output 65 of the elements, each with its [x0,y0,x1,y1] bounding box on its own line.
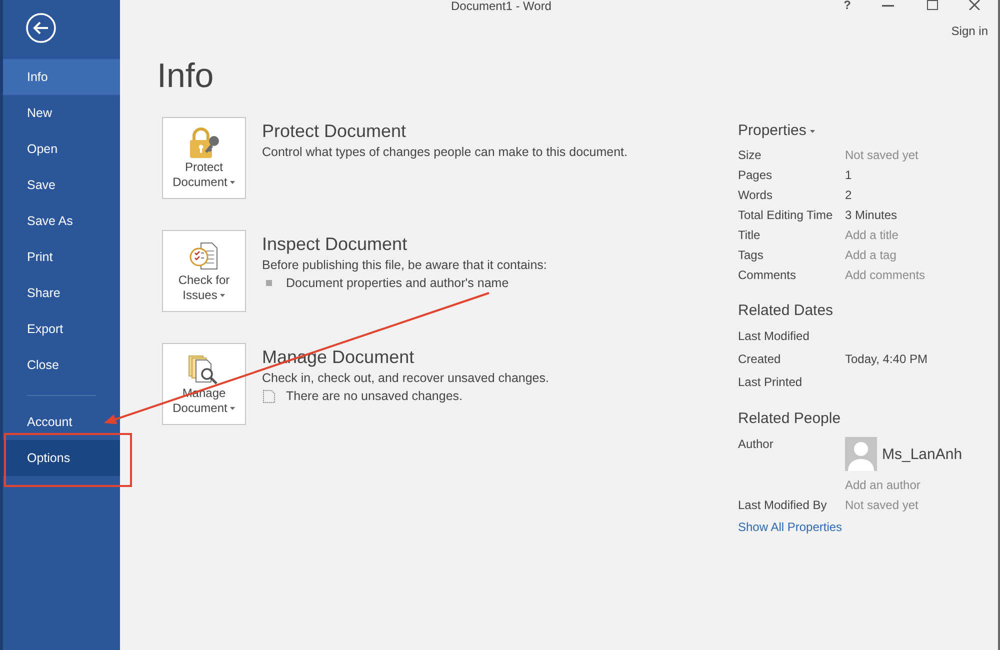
section-heading: Related People [738,410,841,428]
section-title: Inspect Document [262,233,408,256]
document-icon [263,390,275,402]
section-title: Protect Document [262,120,408,143]
caret-icon [810,130,816,133]
property-label: Last Printed [738,374,804,391]
show-all-properties-link[interactable]: Show All Properties [738,519,842,535]
property-value: Not saved yet [845,497,920,514]
property-label: Last Modified By [738,497,828,514]
minimize-icon[interactable] [882,5,894,7]
person-icon [845,437,877,471]
sidebar-item[interactable]: Print [3,239,120,275]
checklist-icon [189,241,219,271]
property-label: Author [738,437,774,451]
maximize-icon[interactable] [927,0,938,10]
page-heading: Info [157,56,215,96]
property-field[interactable]: Add a title [845,225,985,245]
property-label: Last Modified [738,328,810,345]
caret-icon [230,407,236,410]
property-label: Size [738,147,762,164]
author-field[interactable]: Add an author [845,475,985,495]
property-value: 3 Minutes [845,207,898,224]
help-button[interactable]: ? [844,0,851,10]
sidebar-item[interactable]: Close [3,347,120,383]
property-label: Comments [738,267,798,284]
property-value: Today, 4:40 PM [845,351,928,368]
sidebar-item[interactable]: Info [3,59,120,95]
property-label: Pages [738,167,774,184]
property-value: 1 [845,167,853,184]
lock-icon [187,127,221,159]
caret-icon [230,181,236,184]
properties-dropdown[interactable]: Properties [738,122,816,140]
sidebar-item[interactable]: Save As [3,203,120,239]
section-description: Before publishing this file, be aware that it contains: [262,257,547,274]
section-description: Check in, check out, and recover unsaved changes. [262,370,549,387]
note-text: Document properties and author's name [286,275,509,292]
property-value: 2 [845,187,853,204]
property-label: Total Editing Time [738,207,834,224]
property-field[interactable]: Add comments [845,265,985,285]
section-heading: Related Dates [738,302,834,320]
caret-icon [220,294,226,298]
window-title: Document1 - Word [451,0,552,13]
document-search-icon [188,353,220,385]
section-description: Control what types of changes people can make to this document. [262,144,628,161]
property-label: Tags [738,247,764,264]
card-button[interactable]: Protect Document [162,117,246,199]
sidebar-item[interactable]: Share [3,275,120,311]
property-field[interactable]: Add a tag [845,245,985,265]
property-label: Words [738,187,774,204]
note-text: There are no unsaved changes. [286,388,463,405]
sidebar-item[interactable]: Export [3,311,120,347]
property-value: Not saved yet [845,147,920,164]
card-button[interactable]: Check for Issues [162,230,246,312]
sidebar-item[interactable]: Save [3,167,120,203]
back-icon[interactable] [26,13,56,43]
property-label: Title [738,227,762,244]
square-bullet-icon [266,280,272,286]
close-icon[interactable] [969,0,980,10]
sidebar-item[interactable]: Options [3,440,120,476]
sidebar-item[interactable]: Open [3,131,120,167]
sidebar-item[interactable]: Account [3,404,120,440]
property-label: Created [738,351,782,368]
sign-in-link[interactable]: Sign in [951,24,988,38]
author-name: Ms_LanAnh [882,446,962,462]
sidebar-item[interactable]: New [3,95,120,131]
